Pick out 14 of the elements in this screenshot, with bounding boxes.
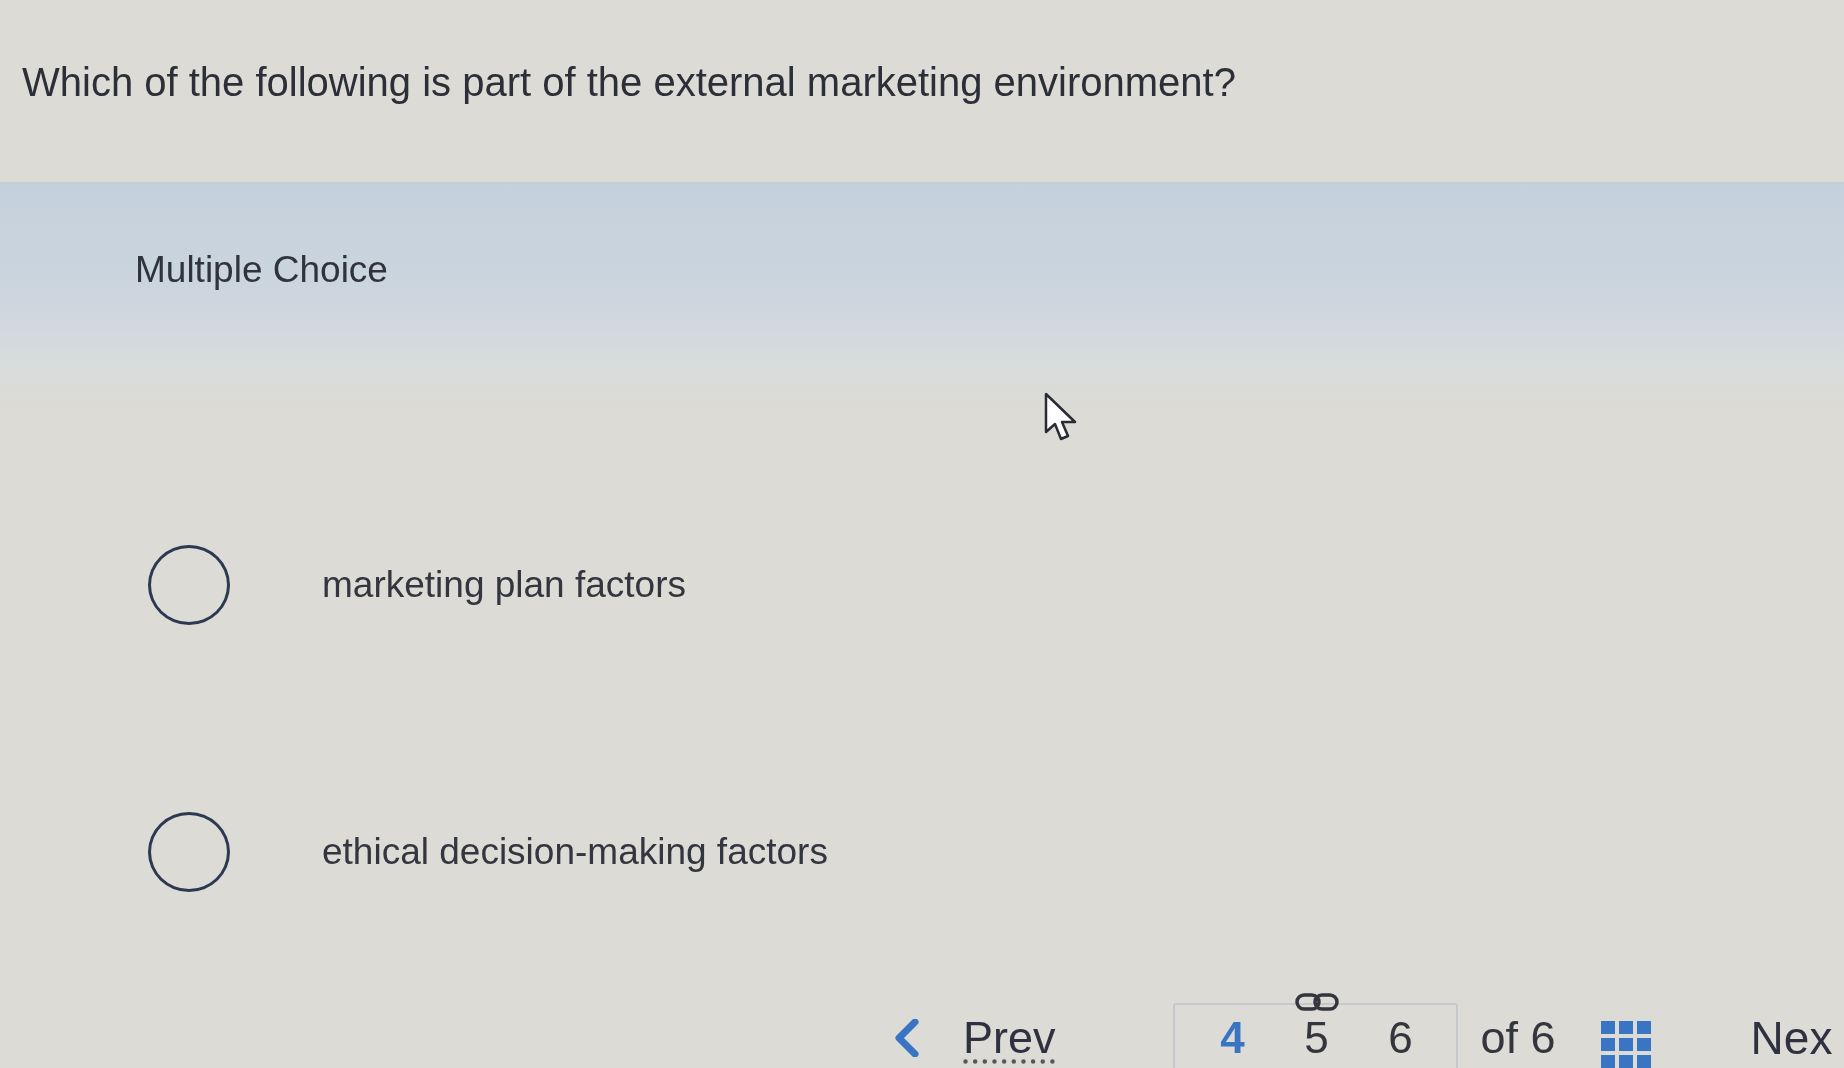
- radio-button[interactable]: [148, 545, 230, 625]
- radio-button[interactable]: [148, 812, 230, 892]
- page-count: of 6: [1480, 1012, 1556, 1064]
- prev-button[interactable]: Prev: [893, 1012, 1056, 1064]
- page-number[interactable]: 5: [1274, 1012, 1359, 1064]
- option-label: marketing plan factors: [322, 563, 686, 607]
- mouse-pointer-icon: [1044, 392, 1078, 442]
- grid-icon[interactable]: [1600, 1021, 1651, 1068]
- question-type-label: Multiple Choice: [135, 249, 388, 290]
- next-button[interactable]: Nex: [1750, 1012, 1833, 1064]
- page-number[interactable]: 6: [1358, 1012, 1443, 1064]
- question-text: Which of the following is part of the external marketing environment?: [22, 60, 1236, 104]
- option-label: ethical decision-making factors: [322, 830, 828, 874]
- chevron-left-icon: [893, 1019, 919, 1057]
